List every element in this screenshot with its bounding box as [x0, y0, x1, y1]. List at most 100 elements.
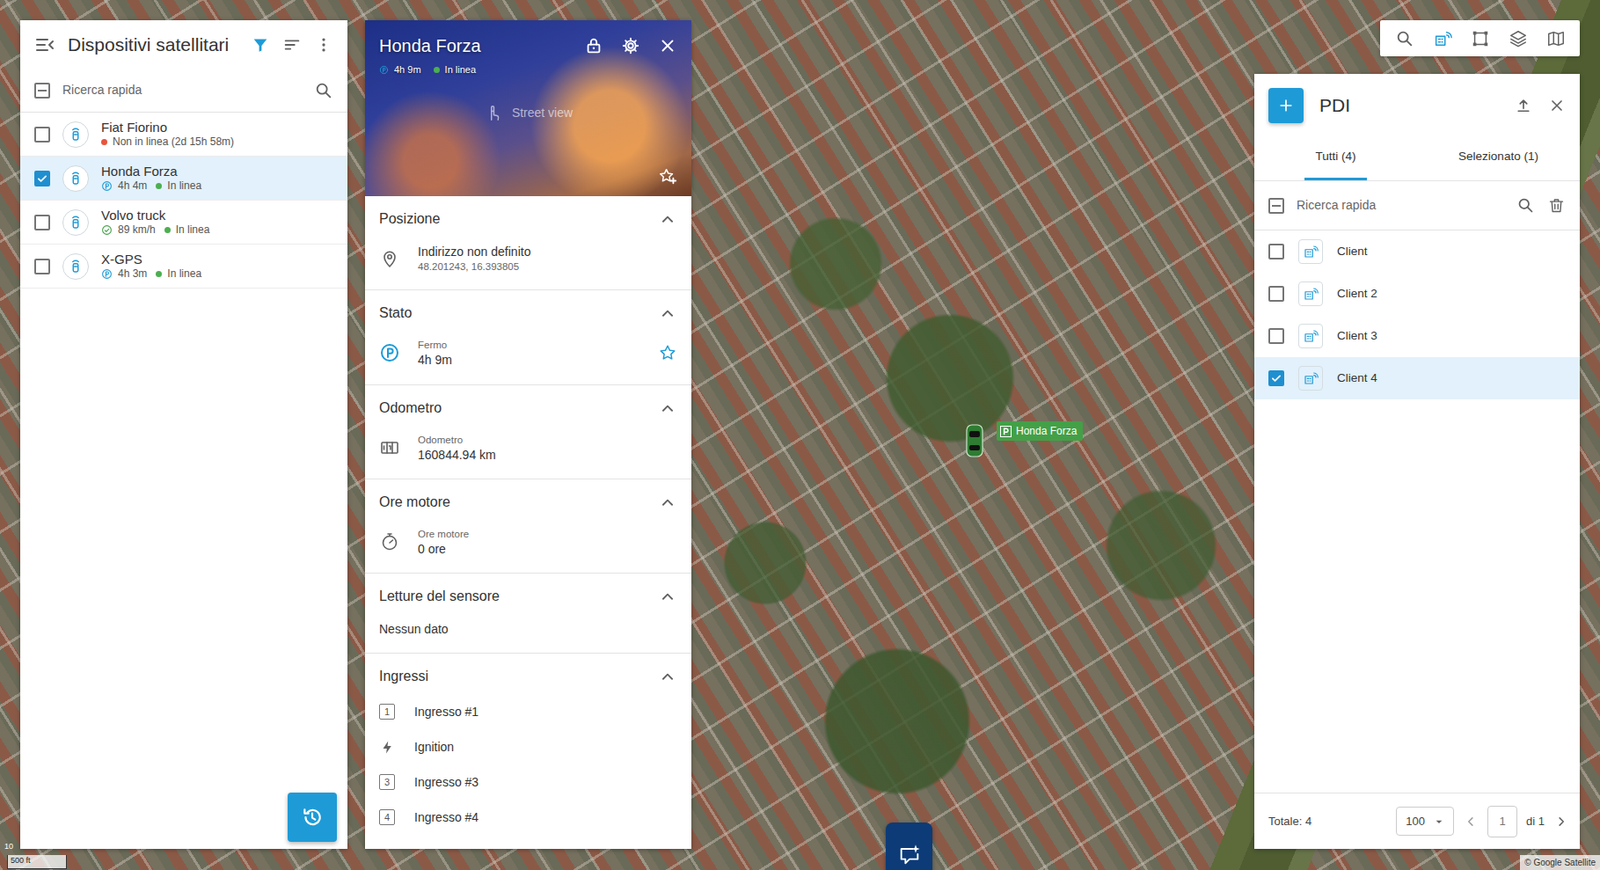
upload-icon[interactable] [1514, 96, 1533, 115]
favorite-add-icon[interactable] [657, 166, 678, 186]
device-icon [65, 124, 86, 145]
section-title[interactable]: Odometro [379, 397, 658, 419]
device-row[interactable]: Honda Forza4h 4mIn linea [20, 156, 348, 201]
poi-row[interactable]: Client 2 [1254, 272, 1580, 315]
field-value: 160844.94 km [417, 446, 678, 463]
layers-icon[interactable] [1508, 29, 1528, 49]
trash-icon[interactable] [1547, 196, 1566, 215]
filter-icon[interactable] [250, 35, 271, 55]
search-input[interactable] [62, 77, 302, 103]
poi-row[interactable]: Client 3 [1254, 314, 1580, 358]
total-count: Totale: 4 [1268, 812, 1312, 831]
gear-icon[interactable] [621, 36, 641, 56]
vehicle-marker-label[interactable]: Honda Forza [996, 421, 1083, 441]
page-size: 100 [1405, 812, 1425, 831]
close-icon[interactable] [1548, 96, 1566, 115]
sort-icon[interactable] [282, 35, 302, 55]
device-name: Volvo truck [101, 207, 334, 224]
section-title[interactable]: Posizione [379, 208, 658, 230]
detail-section: PosizioneIndirizzo non definito48.201243… [365, 196, 692, 291]
chevron-icon[interactable] [657, 398, 678, 418]
search-icon[interactable] [314, 80, 334, 101]
lock-icon[interactable] [584, 36, 604, 56]
checkbox[interactable] [1268, 197, 1285, 214]
tab[interactable]: Tutti (4) [1254, 137, 1418, 181]
add-button[interactable] [1268, 87, 1304, 124]
input-number-icon: 4 [379, 809, 395, 826]
ignition-icon [379, 739, 395, 755]
plus-icon [1277, 96, 1295, 115]
checkbox[interactable] [34, 258, 51, 275]
device-name: Fiat Fiorino [101, 119, 334, 136]
star-icon[interactable] [657, 343, 678, 363]
connection-status: In linea [175, 223, 211, 238]
close-icon[interactable] [657, 36, 678, 56]
chevron-icon[interactable] [657, 666, 678, 687]
device-row[interactable]: Fiat FiorinoNon in linea (2d 15h 58m) [20, 112, 348, 157]
section-title[interactable]: Ingressi [379, 665, 658, 687]
street-view-label[interactable]: Street view [511, 103, 573, 123]
tab[interactable]: Selezionato (1) [1417, 137, 1580, 181]
input-label: Ingresso #1 [414, 703, 479, 720]
page-size-select[interactable]: 100 [1395, 806, 1454, 837]
device-icon [65, 256, 86, 277]
next-page-icon[interactable] [1553, 813, 1570, 830]
device-row[interactable]: Volvo truck89 km/hIn linea [20, 200, 348, 245]
poi-row[interactable]: Client 4 [1254, 357, 1580, 400]
search-icon[interactable] [1516, 196, 1535, 215]
checkbox[interactable] [1268, 243, 1285, 260]
poi-icon[interactable] [1432, 29, 1453, 49]
search-input[interactable] [1296, 192, 1505, 219]
poi-panel: PDITutti (4)Selezionato (1)ClientClient … [1254, 73, 1580, 849]
section-title[interactable]: Stato [379, 302, 658, 324]
scale-metric: 10 [4, 840, 14, 854]
street-view-photo[interactable]: Honda Forza4h 9mIn lineaStreet view [365, 20, 692, 197]
tab-label[interactable]: Tutti (4) [1315, 149, 1356, 163]
checkbox[interactable] [1268, 285, 1285, 302]
chevron-icon[interactable] [657, 209, 678, 229]
parking-icon [101, 268, 113, 280]
poi-icon [1302, 328, 1319, 344]
chevron-icon[interactable] [657, 586, 678, 607]
detail-section: StatoFermo4h 9m [365, 290, 692, 385]
input-label: Ingresso #4 [414, 809, 479, 826]
field-label: Ore motore [417, 526, 678, 541]
tracker-icon [62, 165, 89, 192]
car-icon[interactable] [965, 423, 984, 458]
devices-panel: Dispositivi satellitariFiat FiorinoNon i… [20, 20, 348, 849]
search-icon[interactable] [1395, 29, 1415, 49]
collapse-menu-icon[interactable] [34, 34, 56, 56]
poi-row[interactable]: Client [1254, 230, 1580, 273]
geofence-icon[interactable] [1470, 29, 1491, 49]
map[interactable]: Honda Forza10500 ft© Google SatelliteDis… [0, 0, 1600, 870]
checkbox[interactable] [34, 126, 51, 143]
scale-imperial: 500 ft [7, 854, 67, 870]
chevron-icon[interactable] [657, 492, 678, 512]
device-status: Non in linea (2d 15h 58m) [101, 135, 334, 150]
device-row[interactable]: X-GPS4h 3mIn linea [20, 244, 348, 289]
input-label: Ingresso #3 [414, 774, 479, 790]
poi-name: Client 4 [1336, 369, 1378, 388]
chevron-icon[interactable] [657, 303, 678, 323]
history-icon [300, 805, 324, 829]
checkbox[interactable] [1268, 370, 1285, 387]
poi-icon [1302, 243, 1319, 260]
checkbox[interactable] [34, 170, 51, 187]
checkbox[interactable] [34, 214, 51, 231]
device-name: X-GPS [101, 251, 334, 268]
poi-name: Client 3 [1336, 327, 1378, 345]
map-icon[interactable] [1546, 29, 1566, 49]
checkbox[interactable] [34, 82, 51, 99]
page-input[interactable]: 1 [1487, 805, 1518, 838]
assistant-button[interactable] [885, 822, 933, 870]
checkbox[interactable] [1268, 328, 1285, 344]
detail-section: Letture del sensoreNessun dato [365, 573, 692, 654]
status-dot [101, 138, 108, 146]
tab-label[interactable]: Selezionato (1) [1458, 149, 1539, 163]
status-dot [433, 66, 440, 74]
section-title[interactable]: Letture del sensore [379, 585, 658, 607]
parking-icon [379, 65, 389, 75]
more-icon[interactable] [314, 35, 334, 55]
history-button[interactable] [287, 792, 337, 842]
section-title[interactable]: Ore motore [379, 491, 658, 513]
